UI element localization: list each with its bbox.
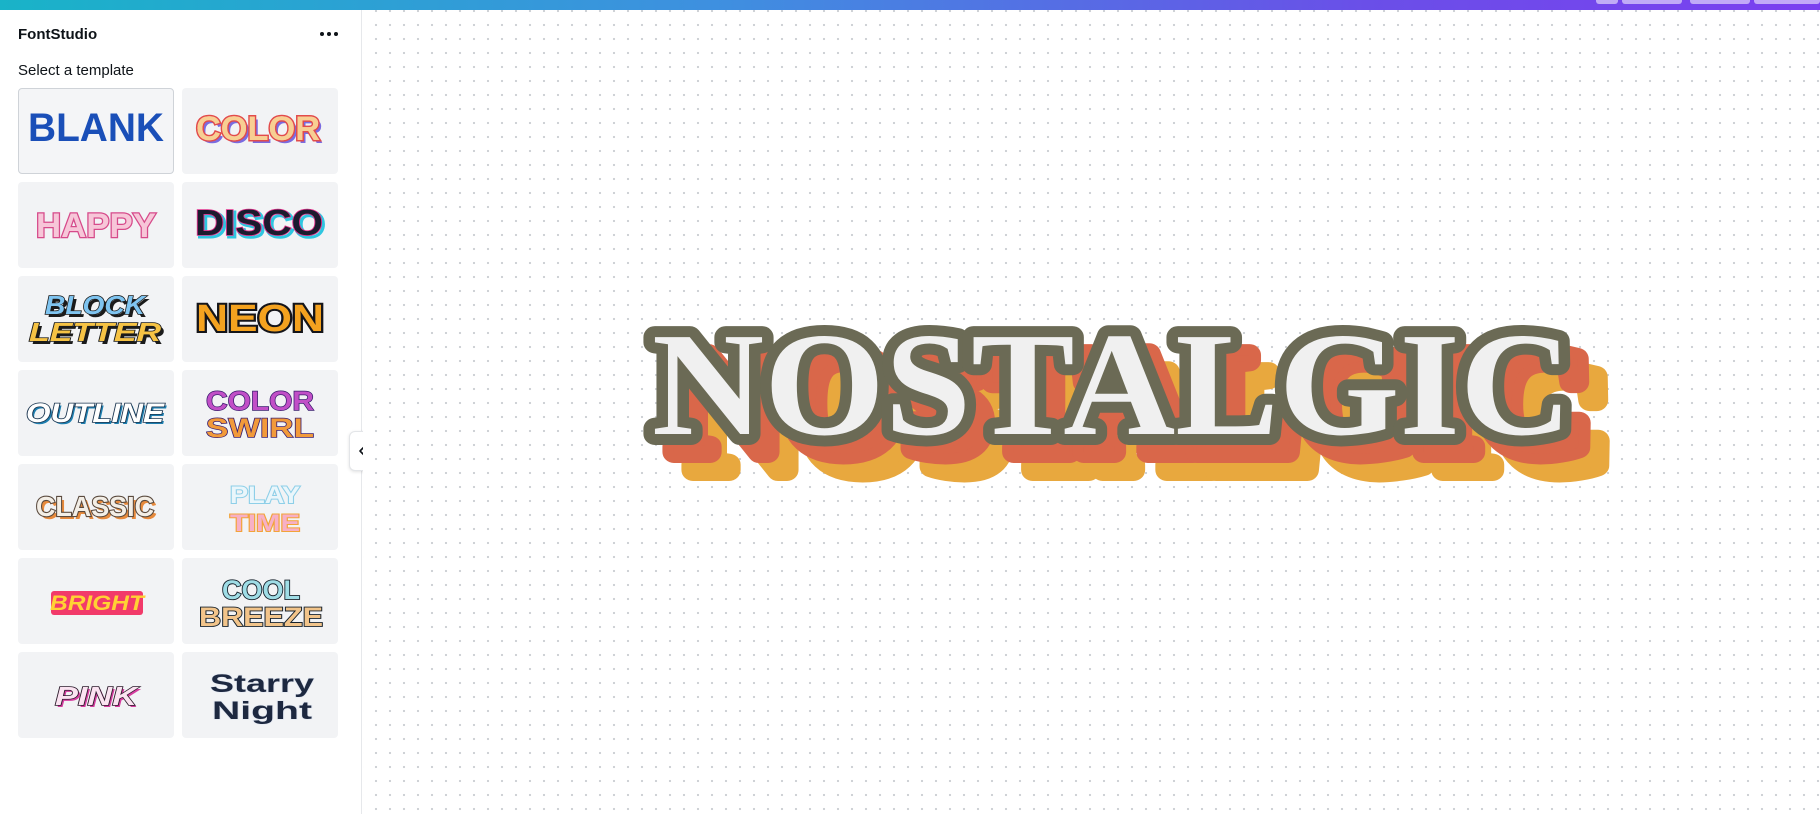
template-pink[interactable]: PINK PINK	[18, 652, 174, 738]
template-cool-breeze[interactable]: COOL BREEZE	[182, 558, 338, 644]
panel-header: FontStudio	[18, 21, 344, 47]
more-horizontal-icon	[320, 32, 324, 36]
template-preview: BRIGHT	[50, 591, 147, 615]
topbar-control-mark	[1596, 0, 1618, 4]
template-preview: CLASSIC CLASSIC	[35, 490, 157, 525]
template-label-line2: LETTER	[29, 317, 161, 347]
template-bright[interactable]: BRIGHT	[18, 558, 174, 644]
template-label-line1: COOL	[222, 575, 300, 605]
template-preview: BLOCK BLOCK LETTER LETTER	[28, 289, 164, 350]
more-horizontal-icon	[334, 32, 338, 36]
preview-text: NOSTALGIC	[652, 322, 1572, 467]
template-preview: COLOR COLOR COLOR	[195, 109, 324, 152]
app-title: FontStudio	[18, 25, 98, 43]
template-preview: HAPPY	[35, 206, 158, 247]
template-label: BLANK	[28, 106, 164, 150]
template-label-overlay: COLOR	[196, 110, 320, 148]
template-block-letter[interactable]: BLOCK BLOCK LETTER LETTER	[18, 276, 174, 362]
template-label-line1: PLAY	[230, 482, 300, 509]
template-label-line2: Night	[212, 697, 313, 725]
template-label: PINK	[55, 681, 140, 711]
top-accent-bar	[0, 0, 1820, 10]
template-label-line2: SWIRL	[206, 413, 314, 443]
template-blank[interactable]: BLANK	[18, 88, 174, 174]
text-effect-preview[interactable]: NOSTALGIC NOSTALGIC NOSTALGIC	[613, 322, 1613, 552]
template-label: NEON	[196, 298, 324, 340]
section-label: Select a template	[18, 62, 134, 79]
topbar-control-mark	[1622, 0, 1682, 4]
template-label-line1: BLOCK	[45, 290, 147, 320]
template-label: BRIGHT	[50, 592, 147, 615]
template-preview: COOL BREEZE	[198, 574, 324, 633]
template-label-line1: Starry	[210, 670, 314, 698]
template-grid: BLANK COLOR COLOR COLOR HAPPY DISCO DISC…	[18, 88, 338, 738]
template-color[interactable]: COLOR COLOR COLOR	[182, 88, 338, 174]
template-happy[interactable]: HAPPY	[18, 182, 174, 268]
template-label: HAPPY	[36, 207, 156, 245]
topbar-control-mark	[1754, 0, 1820, 4]
template-preview: NEON	[194, 296, 326, 342]
topbar-control-mark	[1690, 0, 1750, 4]
more-options-button[interactable]	[314, 22, 344, 46]
template-disco[interactable]: DISCO DISCO	[182, 182, 338, 268]
more-horizontal-icon	[327, 32, 331, 36]
template-preview: PINK PINK	[54, 680, 142, 713]
template-neon[interactable]: NEON	[182, 276, 338, 362]
template-preview: COLOR SWIRL	[205, 385, 314, 443]
template-label-line1: COLOR	[206, 386, 314, 416]
template-classic[interactable]: CLASSIC CLASSIC	[18, 464, 174, 550]
template-label: DISCO	[195, 202, 323, 243]
template-preview: OUTLINE OUTLINE	[25, 397, 167, 430]
template-starry-night[interactable]: Starry Night	[182, 652, 338, 738]
template-play-time[interactable]: PLAY TIME	[182, 464, 338, 550]
template-label: OUTLINE	[26, 398, 165, 428]
template-outline[interactable]: OUTLINE OUTLINE	[18, 370, 174, 456]
template-preview: Starry Night	[209, 669, 314, 725]
preview-graphic: NOSTALGIC NOSTALGIC NOSTALGIC	[641, 322, 1613, 514]
template-label-line2: BREEZE	[199, 602, 323, 632]
preview-canvas: NOSTALGIC NOSTALGIC NOSTALGIC	[363, 10, 1820, 814]
app-panel: FontStudio Select a template BLANK COLOR…	[0, 10, 362, 814]
template-label-line2: TIME	[230, 510, 300, 537]
template-preview: DISCO DISCO	[194, 201, 326, 246]
template-label: CLASSIC	[36, 491, 154, 522]
template-preview: PLAY TIME	[229, 481, 301, 538]
template-color-swirl[interactable]: COLOR SWIRL	[182, 370, 338, 456]
template-preview: BLANK	[28, 106, 164, 150]
